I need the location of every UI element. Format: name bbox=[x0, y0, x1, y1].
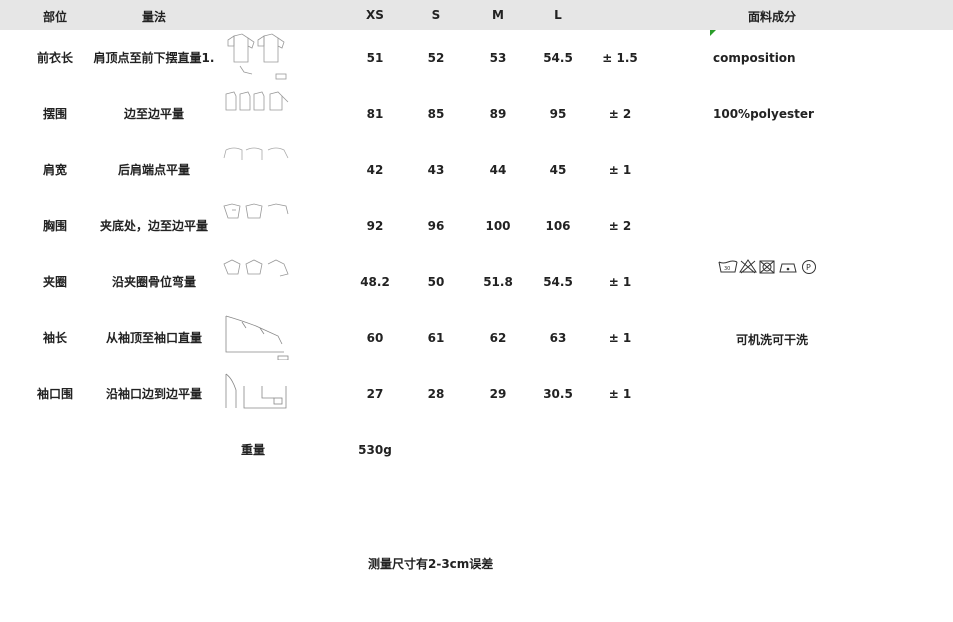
size-l-cell: 45 bbox=[549, 163, 567, 177]
size-l-cell: 54.5 bbox=[543, 275, 573, 289]
measurement-footnote: 测量尺寸有2-3cm误差 bbox=[368, 557, 494, 571]
size-m-cell: 89 bbox=[489, 107, 507, 121]
table-row: 袖长 从袖顶至袖口直量 60 61 62 63 ± 1 bbox=[0, 310, 953, 366]
size-m-cell: 44 bbox=[489, 163, 507, 177]
size-l-cell: 30.5 bbox=[543, 387, 573, 401]
size-m-cell: 62 bbox=[489, 331, 507, 345]
front-length-sketch-icon bbox=[222, 32, 292, 80]
size-s-cell: 43 bbox=[427, 163, 445, 177]
weight-label: 重量 bbox=[240, 443, 265, 457]
tolerance-cell: ± 2 bbox=[608, 219, 632, 233]
table-row: 胸围 夹底处，边至边平量 92 96 100 106 ± 2 bbox=[0, 198, 953, 254]
dry-clean-p-icon: P bbox=[802, 260, 816, 274]
size-xs-cell: 51 bbox=[366, 51, 384, 65]
tolerance-cell: ± 1 bbox=[608, 163, 632, 177]
part-cell: 肩宽 bbox=[42, 163, 67, 177]
size-s-cell: 52 bbox=[427, 51, 445, 65]
size-s-cell: 50 bbox=[427, 275, 445, 289]
header-xs: XS bbox=[366, 8, 384, 22]
part-cell: 前衣长 bbox=[36, 51, 73, 65]
size-m-cell: 51.8 bbox=[483, 275, 513, 289]
care-symbols: 30 P bbox=[718, 258, 822, 276]
hem-sketch-icon bbox=[222, 88, 292, 136]
header-material: 面料成分 bbox=[747, 10, 796, 24]
method-cell: 肩顶点至前下摆直量1. bbox=[93, 51, 215, 65]
size-xs-cell: 92 bbox=[366, 219, 384, 233]
part-cell: 夹圈 bbox=[42, 275, 67, 289]
size-xs-cell: 81 bbox=[366, 107, 384, 121]
part-cell: 袖长 bbox=[42, 331, 67, 345]
header-l: L bbox=[554, 8, 562, 22]
part-cell: 袖口围 bbox=[36, 387, 73, 401]
size-s-cell: 28 bbox=[427, 387, 445, 401]
size-m-cell: 100 bbox=[485, 219, 511, 233]
care-note: 可机洗可干洗 bbox=[736, 333, 809, 347]
size-l-cell: 106 bbox=[545, 219, 571, 233]
method-cell: 沿夹圈骨位弯量 bbox=[111, 275, 196, 289]
tolerance-cell: ± 2 bbox=[608, 107, 632, 121]
weight-value: 530g bbox=[358, 443, 392, 457]
method-cell: 夹底处，边至边平量 bbox=[99, 219, 208, 233]
size-s-cell: 85 bbox=[427, 107, 445, 121]
size-xs-cell: 42 bbox=[366, 163, 384, 177]
table-row: 肩宽 后肩端点平量 42 43 44 45 ± 1 bbox=[0, 142, 953, 198]
tolerance-cell: ± 1 bbox=[608, 275, 632, 289]
tolerance-cell: ± 1 bbox=[608, 387, 632, 401]
size-xs-cell: 60 bbox=[366, 331, 384, 345]
shoulder-sketch-icon bbox=[222, 144, 292, 192]
no-tumble-dry-icon bbox=[759, 260, 775, 274]
header-method: 量法 bbox=[141, 10, 166, 24]
size-l-cell: 63 bbox=[549, 331, 567, 345]
size-l-cell: 95 bbox=[549, 107, 567, 121]
chest-sketch-icon bbox=[222, 200, 292, 248]
part-cell: 摆围 bbox=[42, 107, 67, 121]
sleeve-length-sketch-icon bbox=[222, 312, 292, 360]
table-row: 前衣长 肩顶点至前下摆直量1. 51 52 53 54.5 ± 1.5 bbox=[0, 30, 953, 86]
size-xs-cell: 27 bbox=[366, 387, 384, 401]
iron-low-icon bbox=[779, 263, 797, 273]
size-s-cell: 96 bbox=[427, 219, 445, 233]
method-cell: 沿袖口边到边平量 bbox=[105, 387, 202, 401]
part-cell: 胸围 bbox=[42, 219, 67, 233]
size-xs-cell: 48.2 bbox=[360, 275, 390, 289]
tolerance-cell: ± 1.5 bbox=[602, 51, 638, 65]
svg-text:P: P bbox=[806, 263, 811, 272]
size-m-cell: 29 bbox=[489, 387, 507, 401]
method-cell: 后肩端点平量 bbox=[117, 163, 190, 177]
wash-30-icon: 30 bbox=[718, 260, 738, 273]
header-part: 部位 bbox=[42, 10, 67, 24]
table-row: 袖口围 沿袖口边到边平量 27 28 29 30.5 ± 1 bbox=[0, 366, 953, 422]
composition-label: composition bbox=[713, 51, 796, 65]
size-s-cell: 61 bbox=[427, 331, 445, 345]
size-m-cell: 53 bbox=[489, 51, 507, 65]
no-bleach-icon bbox=[739, 259, 757, 274]
size-l-cell: 54.5 bbox=[543, 51, 573, 65]
armhole-sketch-icon bbox=[222, 256, 292, 304]
svg-text:30: 30 bbox=[724, 266, 730, 272]
header-m: M bbox=[492, 8, 504, 22]
tolerance-cell: ± 1 bbox=[608, 331, 632, 345]
cuff-sketch-icon bbox=[222, 368, 292, 416]
method-cell: 边至边平量 bbox=[123, 107, 184, 121]
composition-value: 100%polyester bbox=[713, 107, 814, 121]
header-s: S bbox=[431, 8, 441, 22]
method-cell: 从袖顶至袖口直量 bbox=[105, 331, 202, 345]
